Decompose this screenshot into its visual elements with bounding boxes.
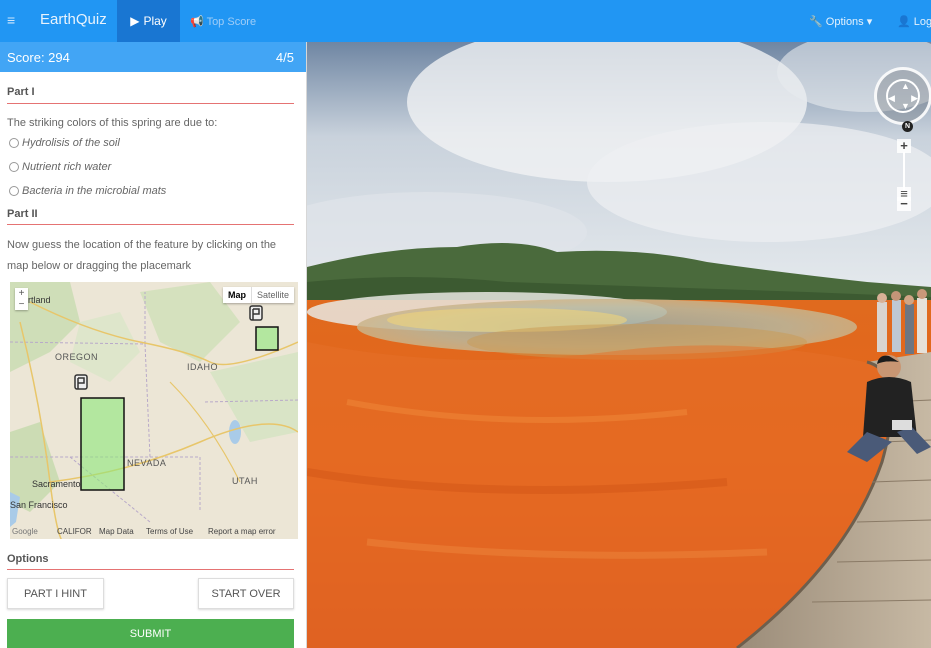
quiz-panel: Score: 294 4/5 Part I The striking color…	[0, 42, 307, 648]
placemark-icon[interactable]	[248, 305, 264, 323]
google-logo: Google	[12, 527, 38, 536]
target-area-box[interactable]	[255, 326, 279, 351]
pan-left-icon[interactable]: ◀	[888, 93, 895, 104]
map-label-california: CALIFOR	[57, 527, 92, 536]
start-over-button[interactable]: START OVER	[198, 578, 294, 609]
brand-link[interactable]: EarthQuiz	[40, 11, 107, 28]
terms-of-use-link[interactable]: Terms of Use	[146, 527, 193, 536]
map-label-portland: rtland	[28, 295, 51, 305]
panorama-image[interactable]	[307, 42, 931, 648]
question-progress: 4/5	[275, 50, 294, 65]
question-text: The striking colors of this spring are d…	[7, 117, 218, 129]
nav-login[interactable]: 👤 Log	[897, 15, 931, 28]
nav-top-score[interactable]: 📢 Top Score	[190, 15, 256, 28]
map-footer: Google CALIFOR Map Data Terms of Use Rep…	[10, 525, 298, 539]
megaphone-icon: 📢	[190, 16, 204, 28]
submit-button[interactable]: SUBMIT	[7, 619, 294, 648]
map-label-utah: UTAH	[232, 476, 258, 486]
part1-title: Part I	[7, 86, 35, 98]
nav-play-label: Play	[143, 14, 167, 28]
guess-area-box[interactable]	[80, 397, 125, 491]
street-view-panorama[interactable]	[307, 42, 931, 648]
nav-top-score-label: Top Score	[206, 16, 257, 28]
radio-button[interactable]	[9, 162, 19, 172]
nav-login-label: Log	[913, 16, 931, 28]
play-icon: ▶	[130, 14, 140, 28]
report-map-error-link[interactable]: Report a map error	[208, 527, 276, 536]
instruction-text: Now guess the location of the feature by…	[7, 239, 277, 272]
options-divider	[7, 569, 294, 570]
part2-divider	[7, 224, 294, 225]
nav-options-dropdown[interactable]: 🔧 Options ▾	[809, 15, 872, 28]
map-data-link[interactable]: Map Data	[99, 527, 134, 536]
part1-hint-button[interactable]: PART I HINT	[7, 578, 104, 609]
streetview-zoom-in-button[interactable]: +	[897, 139, 911, 153]
pan-up-icon[interactable]: ▲	[901, 81, 910, 91]
score-bar: Score: 294 4/5	[0, 42, 306, 72]
map-zoom-out-button[interactable]: −	[15, 299, 28, 310]
streetview-zoom-out-button[interactable]: −	[897, 197, 911, 211]
map-label-idaho: IDAHO	[187, 362, 219, 372]
choice-3-label: Bacteria in the microbial mats	[22, 185, 167, 197]
options-title: Options	[7, 553, 49, 565]
part1-divider	[7, 103, 294, 104]
map-label-san-francisco: San Francisco	[10, 500, 68, 510]
nav-options-label: Options	[825, 16, 864, 28]
map-type-map-button[interactable]: Map	[222, 287, 251, 303]
score-text: Score: 294	[7, 50, 70, 65]
choice-3[interactable]: Bacteria in the microbial mats	[9, 185, 166, 197]
map-label-nevada: NEVADA	[127, 458, 167, 468]
radio-button[interactable]	[9, 138, 19, 148]
map-label-sacramento: Sacramento	[32, 479, 81, 489]
choice-2[interactable]: Nutrient rich water	[9, 161, 111, 173]
map-type-toggle: Map Satellite	[222, 287, 294, 303]
pan-right-icon[interactable]: ▶	[911, 93, 918, 104]
part2-title: Part II	[7, 208, 38, 220]
location-map[interactable]: rtland OREGON IDAHO NEVADA UTAH Sacramen…	[10, 282, 298, 539]
streetview-zoom-slider[interactable]	[903, 152, 905, 190]
hamburger-icon[interactable]: ≡	[7, 12, 15, 28]
pan-control[interactable]: ▲ ◀ ▶ ▼	[874, 67, 931, 125]
user-icon: 👤	[897, 16, 911, 28]
top-navbar: ≡ EarthQuiz ▶ Play 📢 Top Score 🔧 Options…	[0, 0, 931, 42]
map-zoom-control: + −	[15, 288, 28, 310]
pan-down-icon[interactable]: ▼	[901, 101, 910, 111]
pan-control-inner: ▲ ◀ ▶ ▼	[886, 79, 920, 113]
wrench-icon: 🔧	[809, 16, 823, 28]
choice-2-label: Nutrient rich water	[22, 161, 112, 173]
map-zoom-in-button[interactable]: +	[15, 288, 28, 299]
compass-north-icon[interactable]: N	[902, 121, 913, 132]
choice-1[interactable]: Hydrolisis of the soil	[9, 137, 120, 149]
radio-button[interactable]	[9, 186, 19, 196]
nav-play[interactable]: ▶ Play	[117, 0, 180, 42]
map-label-oregon: OREGON	[55, 352, 99, 362]
map-type-satellite-button[interactable]: Satellite	[250, 287, 294, 303]
choice-1-label: Hydrolisis of the soil	[22, 137, 120, 149]
caret-down-icon: ▾	[866, 16, 873, 28]
placemark-icon[interactable]	[73, 374, 89, 392]
